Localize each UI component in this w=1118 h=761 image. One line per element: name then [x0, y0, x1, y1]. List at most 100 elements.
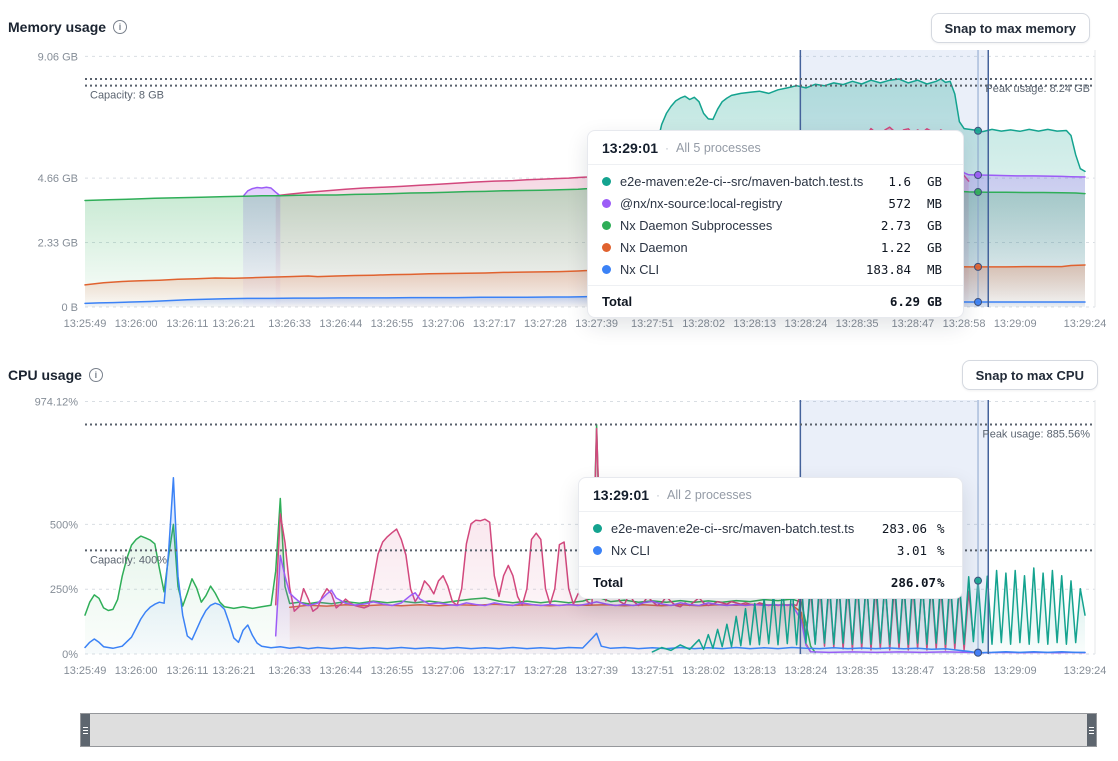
tooltip-process-count: All 5 processes: [676, 141, 761, 155]
process-name: Nx Daemon Subprocesses: [620, 218, 872, 233]
x-axis-tick-label: 13:25:49: [64, 665, 107, 677]
cpu-section-header: CPU usage i: [8, 367, 103, 383]
x-axis-tick-label: 13:29:24: [1064, 665, 1107, 677]
x-axis-tick-label: 13:26:33: [268, 665, 311, 677]
x-axis-tick-label: 13:28:13: [733, 318, 776, 330]
x-axis-tick-label: 13:26:11: [166, 318, 208, 330]
process-name: Nx Daemon: [620, 240, 872, 255]
memory-section-header: Memory usage i: [8, 19, 127, 35]
usage-charts-canvas: 9.06 GB4.66 GB2.33 GB0 BCapacity: 8 GBPe…: [0, 0, 1118, 761]
green-series-dot-icon: [602, 221, 611, 230]
x-axis-tick-label: 13:28:58: [943, 665, 986, 677]
x-axis-tick-label: 13:27:28: [524, 665, 567, 677]
x-axis-tick-label: 13:28:02: [682, 318, 725, 330]
time-range-brush-track[interactable]: [80, 713, 1097, 747]
x-axis-tick-label: 13:25:49: [64, 318, 107, 330]
x-axis-tick-label: 13:26:55: [371, 665, 414, 677]
tooltip-total-value: 6.29: [890, 294, 920, 309]
blue-series-dot-icon: [593, 546, 602, 555]
tooltip-total-label: Total: [593, 575, 623, 590]
process-name: Nx CLI: [620, 262, 857, 277]
x-axis-tick-label: 13:28:35: [836, 665, 879, 677]
y-axis-tick-label: 974.12%: [35, 397, 79, 409]
process-unit: GB: [927, 218, 949, 233]
x-axis-tick-label: 13:28:47: [891, 318, 934, 330]
x-axis-tick-label: 13:28:24: [785, 318, 828, 330]
tooltip-total-unit: GB: [927, 294, 949, 309]
process-value: 3.01: [897, 543, 927, 558]
tooltip-total-value: 286.07: [891, 575, 936, 590]
x-axis-tick-label: 13:29:09: [994, 665, 1037, 677]
blue-series-dot-icon: [602, 265, 611, 274]
x-axis-tick-label: 13:27:39: [575, 318, 618, 330]
tooltip-row: e2e-maven:e2e-ci--src/maven-batch.test.t…: [602, 170, 949, 192]
process-unit: GB: [927, 240, 949, 255]
x-axis-tick-label: 13:29:24: [1064, 318, 1107, 330]
tooltip-row: e2e-maven:e2e-ci--src/maven-batch.test.t…: [593, 517, 948, 539]
x-axis-tick-label: 13:27:17: [473, 318, 516, 330]
x-axis-tick-label: 13:28:35: [836, 318, 879, 330]
tooltip-row: Nx CLI3.01%: [593, 539, 948, 561]
x-axis-tick-label: 13:27:51: [631, 665, 674, 677]
x-axis-tick-label: 13:28:47: [891, 665, 934, 677]
brush-handle-right[interactable]: [1087, 714, 1096, 746]
tooltip-header: 13:29:01 · All 5 processes: [588, 131, 963, 164]
process-value: 1.22: [881, 240, 911, 255]
process-unit: %: [937, 521, 948, 536]
memory-section-title: Memory usage: [8, 19, 106, 35]
memory-info-icon[interactable]: i: [113, 20, 127, 34]
teal-series-dot-icon: [593, 524, 602, 533]
tooltip-separator: ·: [665, 141, 669, 155]
y-axis-tick-label: 0 B: [61, 302, 78, 314]
tooltip-rows: e2e-maven:e2e-ci--src/maven-batch.test.t…: [579, 511, 962, 566]
tooltip-process-count: All 2 processes: [667, 488, 752, 502]
snap-to-max-cpu-button[interactable]: Snap to max CPU: [962, 360, 1098, 390]
x-axis-tick-label: 13:26:21: [212, 665, 255, 677]
y-axis-tick-label: 0%: [62, 649, 78, 661]
x-axis-tick-label: 13:26:00: [115, 665, 158, 677]
tooltip-rows: e2e-maven:e2e-ci--src/maven-batch.test.t…: [588, 164, 963, 285]
process-value: 572: [888, 196, 911, 211]
memory-hover-tooltip: 13:29:01 · All 5 processes e2e-maven:e2e…: [587, 130, 964, 318]
x-axis-tick-label: 13:26:55: [371, 318, 414, 330]
x-axis-tick-label: 13:26:00: [115, 318, 158, 330]
tooltip-row: Nx CLI 183.84 MB: [602, 258, 949, 280]
x-axis-tick-label: 13:27:06: [422, 665, 465, 677]
process-value: 183.84: [866, 262, 911, 277]
brush-handle-left[interactable]: [81, 714, 90, 746]
tooltip-time: 13:29:01: [593, 487, 649, 503]
cpu-info-icon[interactable]: i: [89, 368, 103, 382]
process-value: 2.73: [881, 218, 911, 233]
process-name: e2e-maven:e2e-ci--src/maven-batch.test.t…: [620, 174, 879, 189]
y-axis-tick-label: 500%: [50, 519, 78, 531]
tooltip-row: @nx/nx-source:local-registry572MB: [602, 192, 949, 214]
grip-icon: [1089, 727, 1094, 734]
process-value: 1.6: [888, 174, 911, 189]
y-axis-tick-label: 2.33 GB: [38, 238, 78, 250]
x-axis-tick-label: 13:26:33: [268, 318, 311, 330]
x-axis-tick-label: 13:28:58: [943, 318, 986, 330]
x-axis-tick-label: 13:27:39: [575, 665, 618, 677]
process-unit: GB: [927, 174, 949, 189]
tooltip-row: Nx Daemon 1.22 GB: [602, 236, 949, 258]
process-name: e2e-maven:e2e-ci--src/maven-batch.test.t…: [611, 521, 873, 536]
process-unit: MB: [927, 262, 949, 277]
snap-to-max-memory-button[interactable]: Snap to max memory: [931, 13, 1091, 43]
x-axis-tick-label: 13:26:11: [166, 665, 208, 677]
x-axis-tick-label: 13:27:17: [473, 665, 516, 677]
x-axis-tick-label: 13:26:21: [212, 318, 255, 330]
x-axis-tick-label: 13:28:13: [733, 665, 776, 677]
orange-series-dot-icon: [602, 243, 611, 252]
cpu-section-title: CPU usage: [8, 367, 82, 383]
tooltip-header: 13:29:01 · All 2 processes: [579, 478, 962, 511]
tooltip-time: 13:29:01: [602, 140, 658, 156]
process-unit: %: [937, 543, 948, 558]
x-axis-tick-label: 13:29:09: [994, 318, 1037, 330]
cpu-hover-tooltip: 13:29:01 · All 2 processes e2e-maven:e2e…: [578, 477, 963, 599]
purple-series-dot-icon: [602, 199, 611, 208]
x-axis-tick-label: 13:27:28: [524, 318, 567, 330]
tooltip-separator: ·: [656, 488, 660, 502]
tooltip-total-label: Total: [602, 294, 632, 309]
y-axis-tick-label: 9.06 GB: [38, 51, 78, 63]
x-axis-tick-label: 13:28:24: [785, 665, 828, 677]
